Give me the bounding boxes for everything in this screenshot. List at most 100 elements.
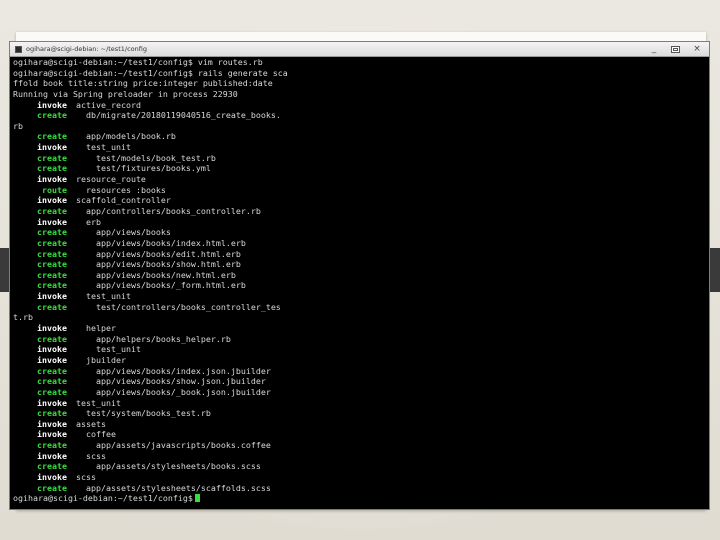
create-keyword: create — [37, 440, 67, 451]
terminal-path: test_unit — [76, 397, 121, 408]
create-keyword: create — [37, 376, 67, 387]
terminal-output[interactable]: ogihara@scigi-debian:~/test1/config$ vim… — [13, 57, 705, 505]
terminal-line: create app/views/books/_book.json.jbuild… — [13, 387, 705, 398]
terminal-line: create app/helpers/books_helper.rb — [13, 334, 705, 345]
terminal-line: invoke test_unit — [13, 142, 705, 153]
terminal-path: erb — [86, 216, 101, 227]
terminal-text: ogihara@scigi-debian:~/test1/config$ rai… — [13, 67, 288, 78]
invoke-keyword: invoke — [37, 397, 67, 408]
terminal-line: create db/migrate/20180119040516_create_… — [13, 110, 705, 121]
invoke-keyword: invoke — [37, 142, 67, 153]
terminal-path: app/assets/stylesheets/books.scss — [95, 461, 261, 472]
terminal-path: app/views/books/index.html.erb — [95, 237, 246, 248]
create-keyword: create — [37, 205, 67, 216]
title-bar[interactable]: ogihara@scigi-debian: ~/test1/config _ × — [10, 42, 709, 57]
invoke-keyword: invoke — [37, 450, 67, 461]
terminal-path: app/helpers/books_helper.rb — [95, 333, 231, 344]
invoke-keyword: invoke — [37, 418, 67, 429]
create-keyword: create — [37, 482, 67, 493]
invoke-keyword: invoke — [37, 471, 67, 482]
terminal-line: create app/views/books/index.json.jbuild… — [13, 366, 705, 377]
terminal-path: app/views/books/_book.json.jbuilder — [95, 386, 271, 397]
terminal-line: invoke helper — [13, 323, 705, 334]
invoke-keyword: invoke — [37, 99, 67, 110]
terminal-line: invoke scaffold_controller — [13, 195, 705, 206]
terminal-line: invoke scss — [13, 472, 705, 483]
terminal-path: app/views/books — [95, 227, 171, 238]
create-keyword: create — [37, 269, 67, 280]
invoke-keyword: invoke — [37, 323, 67, 334]
terminal-line: invoke assets — [13, 419, 705, 430]
terminal-line: invoke erb — [13, 217, 705, 228]
terminal-path: active_record — [76, 99, 141, 110]
create-keyword: create — [37, 333, 67, 344]
terminal-path: app/views/books/index.json.jbuilder — [95, 365, 271, 376]
terminal-line: create app/views/books/show.json.jbuilde… — [13, 376, 705, 387]
terminal-path: assets — [76, 418, 106, 429]
terminal-line: invoke test_unit — [13, 291, 705, 302]
terminal-path: test_unit — [86, 291, 131, 302]
terminal-line: create app/views/books — [13, 227, 705, 238]
terminal-app-icon — [15, 45, 22, 53]
terminal-line: Running via Spring preloader in process … — [13, 89, 705, 100]
terminal-line: invoke jbuilder — [13, 355, 705, 366]
create-keyword: create — [37, 237, 67, 248]
terminal-line: t.rb — [13, 312, 705, 323]
terminal-path: scss — [76, 471, 96, 482]
terminal-path: test/models/book_test.rb — [95, 152, 216, 163]
minimize-button[interactable]: _ — [648, 43, 660, 55]
terminal-path: resource_route — [76, 174, 146, 185]
terminal-path: app/models/book.rb — [86, 131, 176, 142]
terminal-path: app/assets/stylesheets/scaffolds.scss — [86, 482, 271, 493]
terminal-window: ogihara@scigi-debian: ~/test1/config _ ×… — [9, 41, 710, 510]
terminal-path: app/views/books/show.json.jbuilder — [95, 376, 266, 387]
invoke-keyword: invoke — [37, 354, 67, 365]
terminal-line: rb — [13, 121, 705, 132]
terminal-line: create app/views/books/_form.html.erb — [13, 280, 705, 291]
invoke-keyword: invoke — [37, 195, 67, 206]
maximize-button[interactable] — [671, 45, 680, 53]
create-keyword: create — [37, 386, 67, 397]
terminal-path: test_unit — [86, 142, 131, 153]
terminal-line: create app/views/books/index.html.erb — [13, 238, 705, 249]
terminal-path: app/controllers/books_controller.rb — [86, 205, 261, 216]
close-button[interactable]: × — [691, 43, 703, 55]
route-keyword: route — [42, 184, 67, 195]
create-keyword: create — [37, 259, 67, 270]
invoke-keyword: invoke — [37, 174, 67, 185]
invoke-keyword: invoke — [37, 344, 67, 355]
terminal-path: resources :books — [86, 184, 166, 195]
terminal-path: app/views/books/new.html.erb — [95, 269, 236, 280]
terminal-line: ogihara@scigi-debian:~/test1/config$ vim… — [13, 57, 705, 68]
terminal-text: t.rb — [13, 312, 33, 323]
terminal-path: scaffold_controller — [76, 195, 171, 206]
terminal-path: test/fixtures/books.yml — [95, 163, 211, 174]
text-cursor — [194, 494, 200, 503]
terminal-path: helper — [86, 323, 116, 334]
terminal-text: ffold book title:string price:integer pu… — [13, 78, 273, 89]
terminal-line: invoke active_record — [13, 100, 705, 111]
create-keyword: create — [37, 365, 67, 376]
terminal-path: db/migrate/20180119040516_create_books. — [86, 110, 281, 121]
